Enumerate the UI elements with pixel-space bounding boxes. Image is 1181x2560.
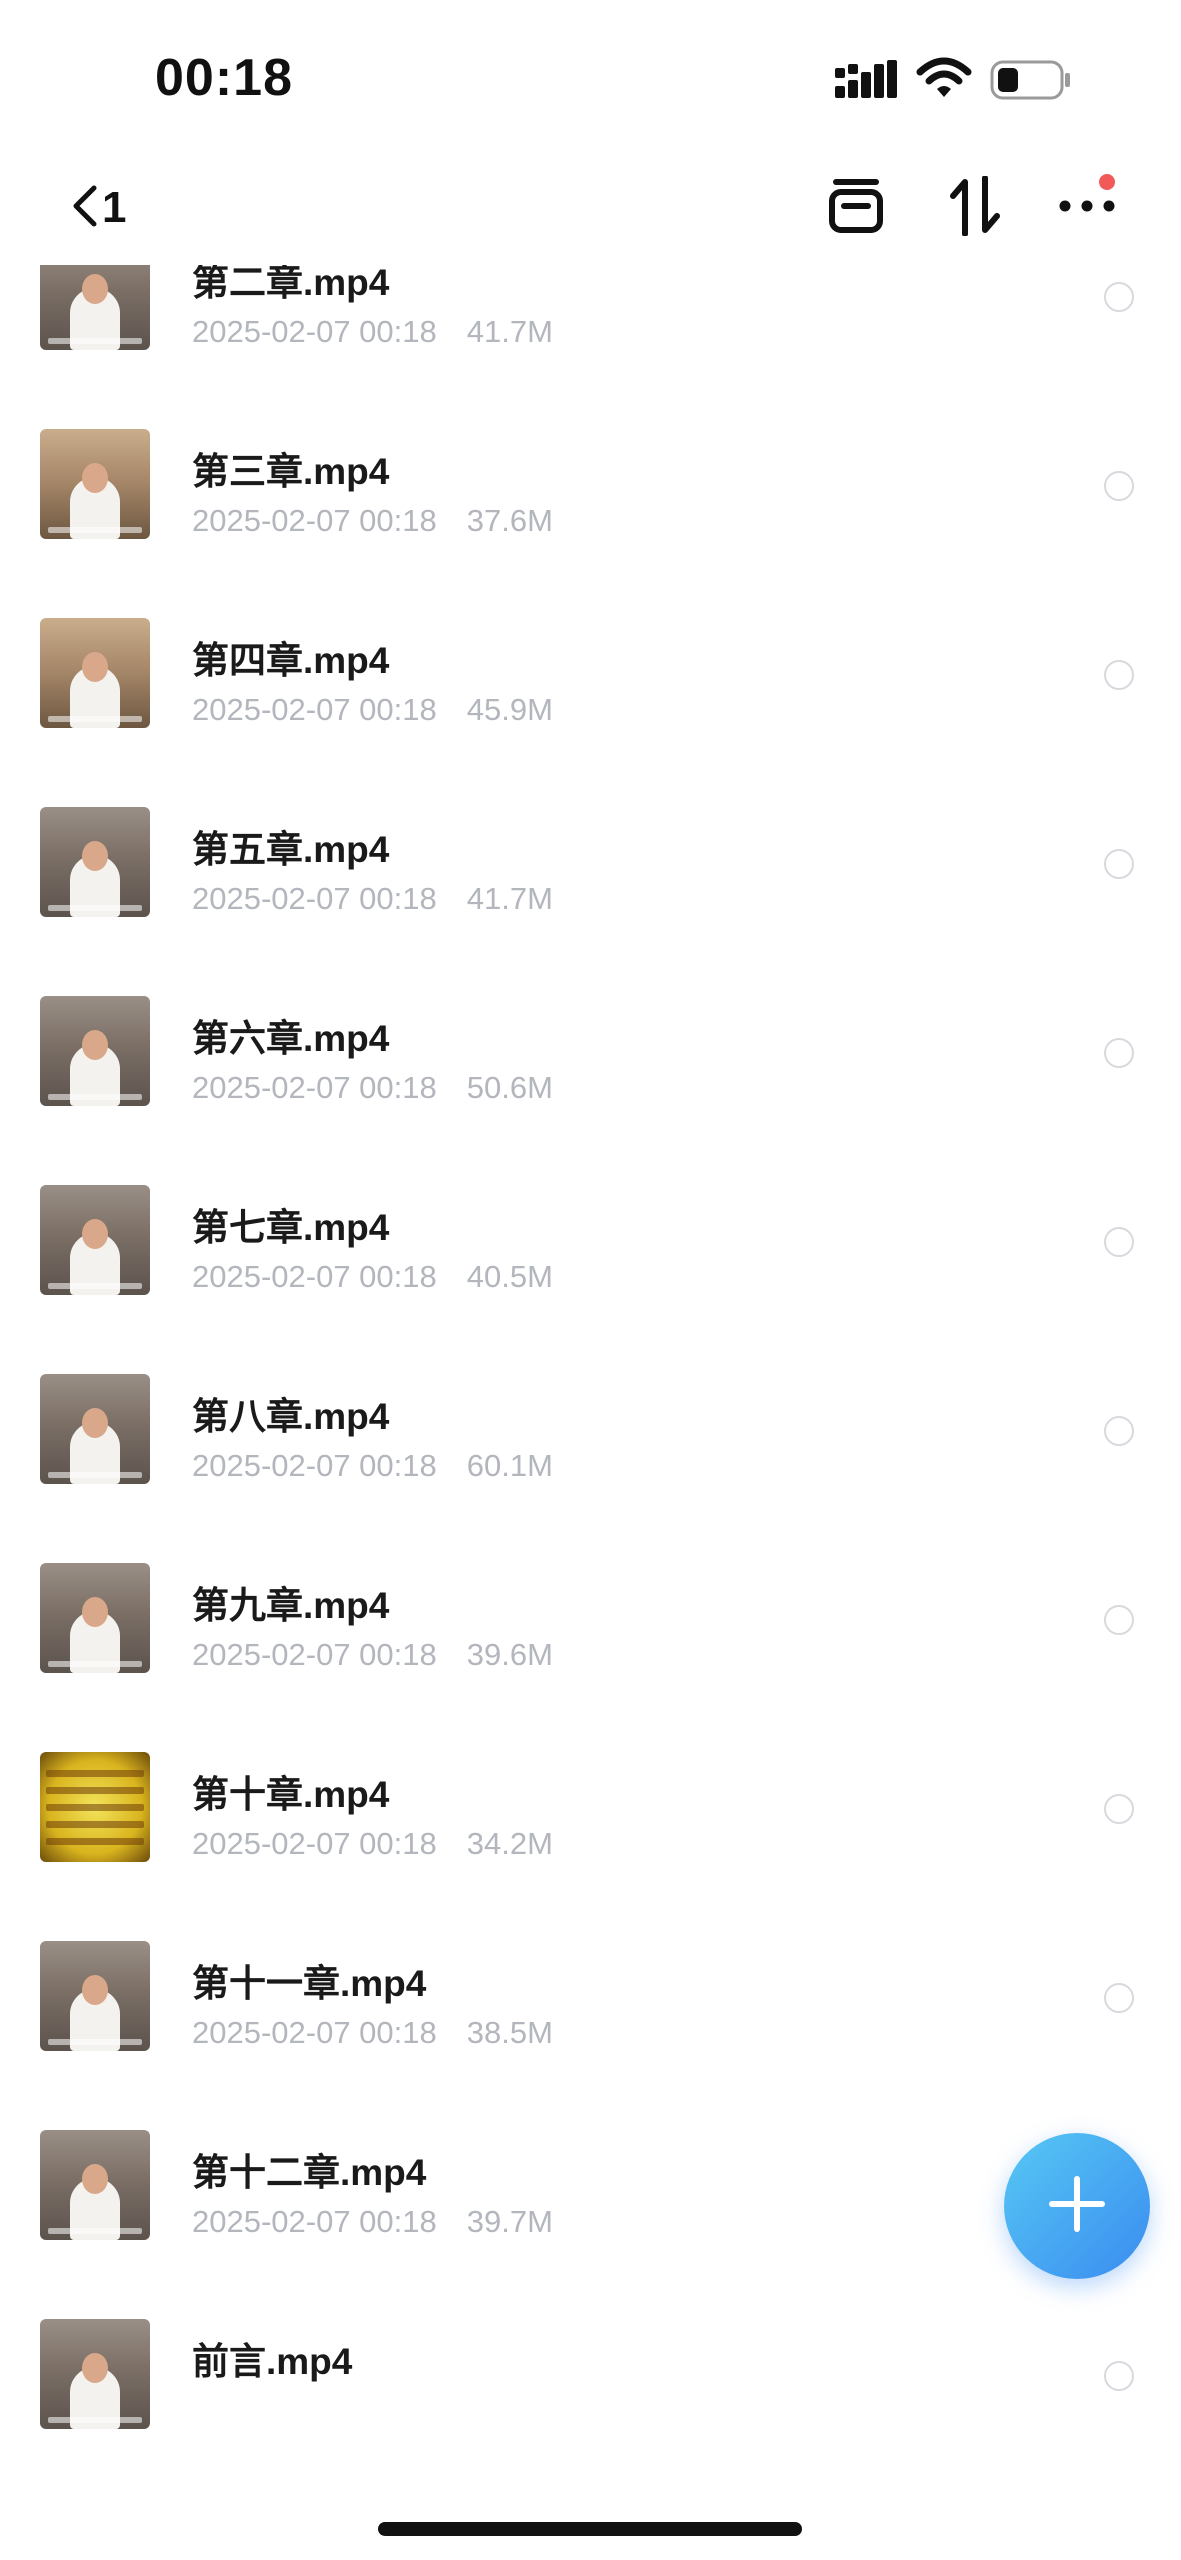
more-icon (1059, 198, 1115, 219)
video-thumbnail (40, 1374, 150, 1484)
add-button[interactable] (1004, 2133, 1150, 2279)
file-meta: 2025-02-07 00:18 50.6M (192, 1070, 553, 1106)
select-radio[interactable] (1104, 471, 1134, 501)
file-meta (192, 2393, 222, 2429)
video-thumbnail (40, 996, 150, 1106)
file-meta: 2025-02-07 00:18 37.6M (192, 503, 553, 539)
file-date: 2025-02-07 00:18 (192, 1448, 437, 1483)
file-meta: 2025-02-07 00:18 40.5M (192, 1259, 553, 1295)
select-radio[interactable] (1104, 1605, 1134, 1635)
sort-icon (950, 174, 1000, 241)
chevron-left-icon (70, 184, 100, 233)
file-row[interactable]: 第四章.mp4 2025-02-07 00:18 45.9M (0, 574, 1181, 763)
file-date: 2025-02-07 00:18 (192, 1637, 437, 1672)
video-thumbnail (40, 2319, 150, 2429)
screen: 2025-02-07 00:1823.8M第二章.mp42025-02-07 0… (0, 0, 1181, 2560)
file-name: 第六章.mp4 (192, 1018, 390, 1059)
file-size: 41.7M (466, 314, 553, 349)
file-size: 38.5M (466, 2015, 553, 2050)
plus-icon (1047, 2174, 1107, 2239)
file-size: 40.5M (466, 1259, 553, 1294)
file-size: 39.6M (466, 1637, 553, 1672)
select-radio[interactable] (1104, 1227, 1134, 1257)
file-size: 34.2M (466, 1826, 553, 1861)
select-radio[interactable] (1104, 1983, 1134, 2013)
file-size: 45.9M (466, 692, 553, 727)
file-size: 39.7M (466, 2204, 553, 2239)
select-radio[interactable] (1104, 660, 1134, 690)
file-size: 41.7M (466, 881, 553, 916)
select-radio[interactable] (1104, 282, 1134, 312)
file-meta: 2025-02-07 00:18 45.9M (192, 692, 553, 728)
status-bar: 00:18 (0, 0, 1181, 150)
cellular-signal-icon (835, 60, 899, 105)
file-row[interactable]: 第八章.mp4 2025-02-07 00:18 60.1M (0, 1330, 1181, 1519)
file-name: 第九章.mp4 (192, 1585, 390, 1626)
video-thumbnail (40, 1185, 150, 1295)
sort-button[interactable] (945, 174, 1005, 241)
file-name: 第十二章.mp4 (192, 2152, 427, 2193)
file-size: 37.6M (466, 503, 553, 538)
video-thumbnail (40, 618, 150, 728)
file-name: 前言.mp4 (192, 2341, 353, 2382)
file-meta: 2025-02-07 00:18 34.2M (192, 1826, 553, 1862)
file-date: 2025-02-07 00:18 (192, 1070, 437, 1105)
select-radio[interactable] (1104, 1416, 1134, 1446)
more-button[interactable] (1057, 174, 1117, 238)
file-date: 2025-02-07 00:18 (192, 1259, 437, 1294)
notification-dot (1099, 174, 1115, 190)
nav-bar: 1 (0, 150, 1181, 265)
file-name: 第七章.mp4 (192, 1207, 390, 1248)
file-row[interactable]: 第十二章.mp4 2025-02-07 00:18 39.7M (0, 2086, 1181, 2275)
archive-button[interactable] (826, 178, 886, 238)
file-meta: 2025-02-07 00:18 38.5M (192, 2015, 553, 2051)
file-row[interactable]: 第七章.mp4 2025-02-07 00:18 40.5M (0, 1141, 1181, 1330)
file-meta: 2025-02-07 00:18 41.7M (192, 881, 553, 917)
back-button[interactable]: 1 (70, 178, 126, 238)
file-row[interactable]: 第九章.mp4 2025-02-07 00:18 39.6M (0, 1519, 1181, 1708)
file-date: 2025-02-07 00:18 (192, 2015, 437, 2050)
file-date: 2025-02-07 00:18 (192, 2204, 437, 2239)
file-row[interactable]: 第六章.mp4 2025-02-07 00:18 50.6M (0, 952, 1181, 1141)
file-date: 2025-02-07 00:18 (192, 881, 437, 916)
file-row[interactable]: 第五章.mp4 2025-02-07 00:18 41.7M (0, 763, 1181, 952)
video-thumbnail (40, 1563, 150, 1673)
file-row[interactable]: 第十章.mp4 2025-02-07 00:18 34.2M (0, 1708, 1181, 1897)
select-radio[interactable] (1104, 2361, 1134, 2391)
home-indicator (378, 2522, 802, 2536)
file-meta: 2025-02-07 00:18 39.7M (192, 2204, 553, 2240)
file-name: 第三章.mp4 (192, 451, 390, 492)
select-radio[interactable] (1104, 1794, 1134, 1824)
file-meta: 2025-02-07 00:18 60.1M (192, 1448, 553, 1484)
battery-icon (990, 60, 1072, 105)
video-thumbnail (40, 1941, 150, 2051)
file-name: 第十章.mp4 (192, 1774, 390, 1815)
video-thumbnail (40, 2130, 150, 2240)
file-date: 2025-02-07 00:18 (192, 503, 437, 538)
file-date: 2025-02-07 00:18 (192, 692, 437, 727)
wifi-icon (916, 56, 972, 105)
file-size: 60.1M (466, 1448, 553, 1483)
select-radio[interactable] (1104, 849, 1134, 879)
status-time: 00:18 (155, 49, 293, 107)
file-name: 第五章.mp4 (192, 829, 390, 870)
video-thumbnail (40, 1752, 150, 1862)
file-row[interactable]: 第十一章.mp4 2025-02-07 00:18 38.5M (0, 1897, 1181, 2086)
video-thumbnail (40, 429, 150, 539)
select-radio[interactable] (1104, 1038, 1134, 1068)
file-name: 第十一章.mp4 (192, 1963, 427, 2004)
archive-icon (828, 178, 884, 239)
file-meta: 2025-02-07 00:18 41.7M (192, 314, 553, 350)
video-thumbnail (40, 807, 150, 917)
file-row[interactable]: 第三章.mp4 2025-02-07 00:18 37.6M (0, 385, 1181, 574)
file-meta: 2025-02-07 00:18 39.6M (192, 1637, 553, 1673)
file-name: 第八章.mp4 (192, 1396, 390, 1437)
file-date: 2025-02-07 00:18 (192, 1826, 437, 1861)
file-size: 50.6M (466, 1070, 553, 1105)
back-count: 1 (102, 183, 127, 232)
file-name: 第四章.mp4 (192, 640, 390, 681)
file-row[interactable]: 前言.mp4 (0, 2275, 1181, 2464)
file-date: 2025-02-07 00:18 (192, 314, 437, 349)
